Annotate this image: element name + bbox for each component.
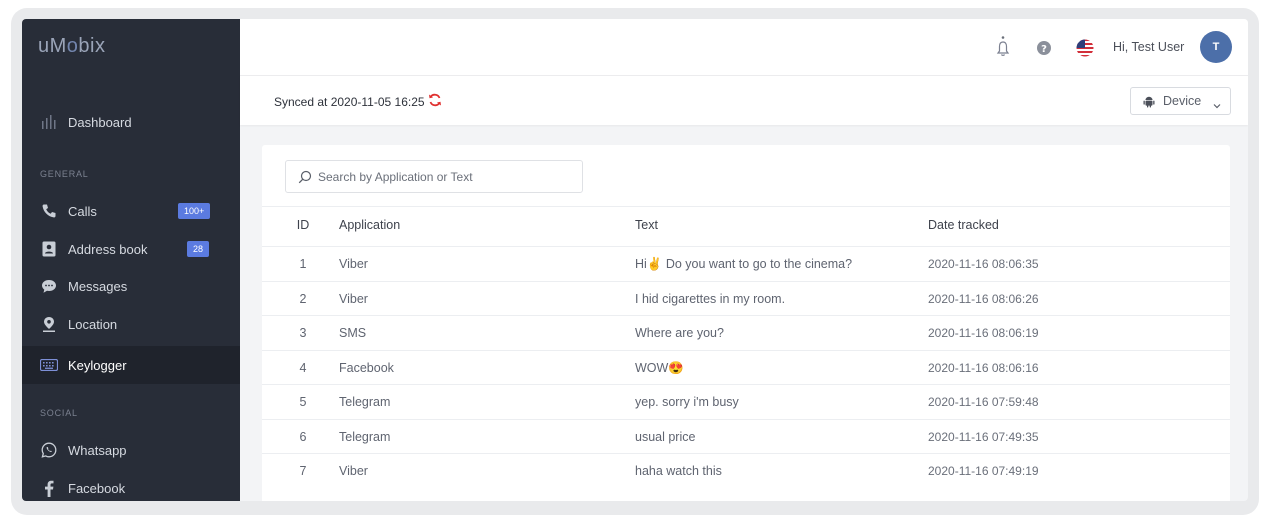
sidebar-item-label: Dashboard [68, 114, 132, 130]
row-application: SMS [339, 326, 367, 340]
device-dropdown-label: Device [1163, 94, 1202, 108]
row-id: 3 [299, 326, 307, 340]
keyboard-icon [40, 356, 58, 374]
whatsapp-icon [40, 441, 58, 459]
row-date: 2020-11-16 08:06:19 [928, 326, 1039, 340]
row-date: 2020-11-16 07:59:48 [928, 395, 1039, 409]
refresh-icon[interactable] [428, 93, 442, 107]
device-dropdown[interactable]: Device [1130, 87, 1231, 115]
search-input[interactable] [318, 167, 573, 187]
sidebar-item-facebook[interactable]: Facebook [22, 470, 240, 501]
sidebar-item-label: Whatsapp [68, 442, 127, 458]
table-row[interactable]: 7 Viber haha watch this 2020-11-16 07:49… [262, 453, 1230, 488]
row-id: 5 [299, 395, 307, 409]
sync-bar: Synced at 2020-11-05 16:25 Device [240, 76, 1248, 125]
sidebar-item-dashboard[interactable]: Dashboard [22, 104, 240, 140]
search-icon [298, 170, 312, 184]
row-text: WOW😍 [635, 360, 684, 375]
app-logo[interactable]: uMobix [38, 35, 106, 58]
section-label-general: GENERAL [40, 169, 89, 179]
facebook-icon [40, 479, 58, 497]
sidebar-item-whatsapp[interactable]: Whatsapp [22, 432, 240, 468]
calls-count-badge: 100+ [178, 203, 211, 219]
row-text: haha watch this [635, 464, 722, 478]
sidebar-item-label: Keylogger [68, 357, 127, 373]
table-header: ID Application Text Date tracked [262, 206, 1230, 246]
row-id: 7 [299, 464, 307, 478]
row-id: 4 [299, 360, 307, 375]
table-row[interactable]: 3 SMS Where are you? 2020-11-16 08:06:19 [262, 315, 1230, 350]
sidebar-item-label: Facebook [68, 480, 126, 496]
row-id: 1 [299, 257, 307, 271]
sidebar-item-label: Calls [68, 203, 97, 219]
sidebar-item-label: Messages [68, 278, 128, 294]
row-application: Viber [339, 464, 368, 478]
row-date: 2020-11-16 07:49:19 [928, 464, 1039, 478]
address-book-count-badge: 28 [187, 241, 210, 257]
sidebar-item-address-book[interactable]: Address book 28 [22, 231, 240, 267]
row-text: yep. sorry i'm busy [635, 395, 739, 409]
row-date: 2020-11-16 08:06:35 [928, 257, 1039, 271]
section-label-social: SOCIAL [40, 408, 78, 418]
table-row[interactable]: 1 Viber Hi✌ Do you want to go to the cin… [262, 246, 1230, 281]
android-icon [1143, 95, 1155, 113]
row-id: 2 [299, 291, 307, 306]
user-greeting[interactable]: Hi, Test User [1113, 40, 1184, 54]
row-text: I hid cigarettes in my room. [635, 291, 786, 306]
column-header-application[interactable]: Application [339, 218, 400, 232]
chevron-down-icon [1213, 97, 1221, 115]
column-header-date-tracked[interactable]: Date tracked [928, 218, 999, 232]
table-row[interactable]: 5 Telegram yep. sorry i'm busy 2020-11-1… [262, 384, 1230, 419]
help-icon[interactable]: ? [1035, 39, 1053, 57]
table-row[interactable]: 4 Facebook WOW😍 2020-11-16 08:06:16 [262, 349, 1230, 385]
bell-icon[interactable] [994, 35, 1012, 59]
row-text: Hi✌ Do you want to go to the cinema? [635, 257, 853, 271]
us-flag-icon[interactable] [1076, 39, 1094, 57]
contact-card-icon [40, 240, 58, 258]
svg-text:?: ? [1041, 44, 1047, 55]
sidebar-item-location[interactable]: Location [22, 306, 240, 342]
app-window: uMobix Dashboard GENERAL Calls 100+ Addr… [22, 19, 1248, 501]
row-date: 2020-11-16 08:06:26 [928, 291, 1039, 306]
column-header-id[interactable]: ID [293, 218, 313, 232]
column-header-text[interactable]: Text [635, 218, 658, 232]
bar-chart-icon [40, 113, 58, 131]
row-application: Telegram [339, 395, 391, 409]
sidebar-item-messages[interactable]: Messages [22, 268, 240, 304]
search-box[interactable] [285, 160, 583, 193]
avatar[interactable]: T [1200, 31, 1232, 63]
row-text: Where are you? [635, 326, 724, 340]
sidebar-item-keylogger[interactable]: Keylogger [22, 346, 240, 384]
row-text: usual price [635, 429, 696, 444]
sync-status-text: Synced at 2020-11-05 16:25 [274, 95, 425, 109]
row-date: 2020-11-16 07:49:35 [928, 429, 1039, 444]
row-id: 6 [299, 429, 307, 444]
row-date: 2020-11-16 08:06:16 [928, 360, 1039, 375]
sidebar-item-calls[interactable]: Calls 100+ [22, 193, 240, 229]
row-application: Viber [339, 257, 368, 271]
table-row[interactable]: 2 Viber I hid cigarettes in my room. 202… [262, 280, 1230, 316]
keylogger-table: ID Application Text Date tracked 1 Viber… [262, 206, 1230, 488]
row-application: Viber [339, 291, 368, 306]
keylogger-panel: ID Application Text Date tracked 1 Viber… [262, 145, 1230, 501]
top-bar: ? Hi, Test User T [240, 19, 1248, 76]
map-pin-icon [40, 315, 58, 333]
row-application: Facebook [339, 360, 394, 375]
chat-bubble-icon [40, 277, 58, 295]
row-application: Telegram [339, 429, 391, 444]
sidebar: uMobix Dashboard GENERAL Calls 100+ Addr… [22, 19, 240, 501]
sidebar-item-label: Location [68, 316, 118, 332]
phone-icon [40, 202, 58, 220]
sidebar-item-label: Address book [68, 241, 148, 257]
table-row[interactable]: 6 Telegram usual price 2020-11-16 07:49:… [262, 418, 1230, 454]
